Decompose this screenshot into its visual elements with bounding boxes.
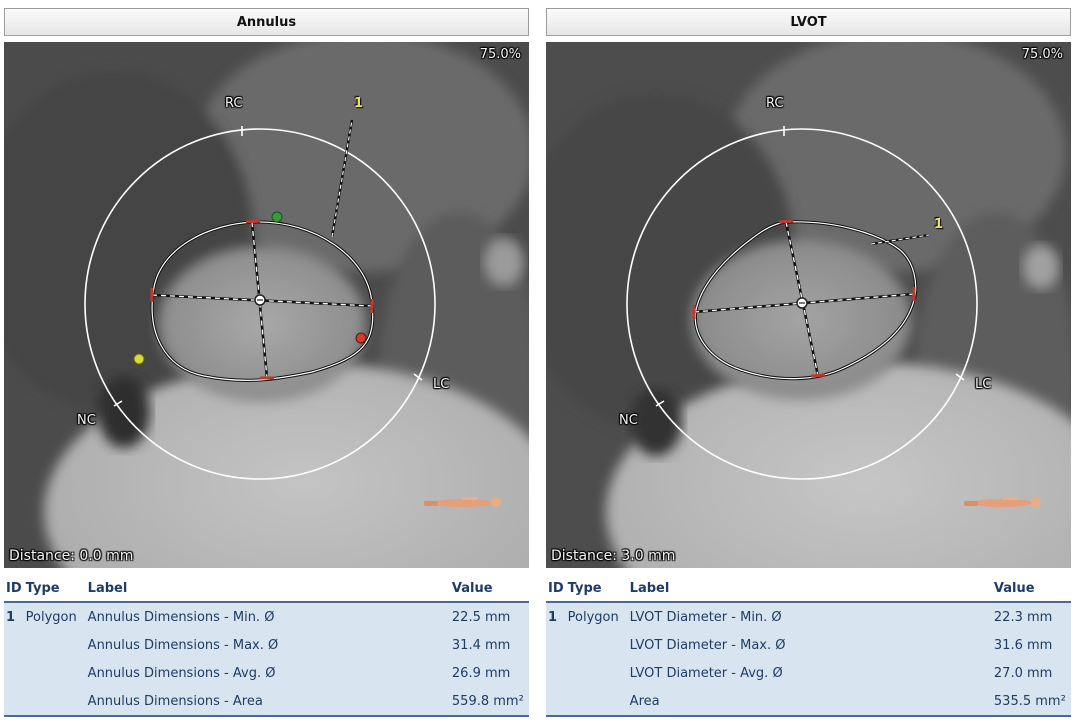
cusp-label-nc: NC <box>619 413 638 428</box>
cell-id <box>546 659 566 687</box>
ct-image-annulus <box>4 42 529 568</box>
cell-type <box>23 687 86 717</box>
cell-value: 559.8 mm² <box>449 687 529 717</box>
ct-viewport-annulus[interactable]: 75.0% RC LC NC 1 Distance: 0.0 mm <box>4 42 529 568</box>
cell-id <box>546 631 566 659</box>
cusp-label-nc: NC <box>77 413 96 428</box>
patient-orientation-icon <box>964 497 1041 507</box>
cell-id <box>4 631 24 659</box>
measurement-table-annulus: ID Type Label Value 1 Polygon Annulus Di… <box>4 575 529 717</box>
cell-label: Annulus Dimensions - Area <box>85 687 450 717</box>
cell-id: 1 <box>4 602 24 631</box>
cell-type <box>565 687 628 717</box>
col-header-value[interactable]: Value <box>449 575 529 603</box>
cell-value: 535.5 mm² <box>991 687 1071 717</box>
cell-type <box>23 659 86 687</box>
table-row[interactable]: Area 535.5 mm² <box>546 687 1071 717</box>
cell-id <box>4 659 24 687</box>
cell-value: 22.3 mm <box>991 602 1071 631</box>
col-header-value[interactable]: Value <box>991 575 1071 603</box>
table-row[interactable]: Annulus Dimensions - Max. Ø 31.4 mm <box>4 631 529 659</box>
cusp-label-rc: RC <box>225 96 243 111</box>
col-header-type[interactable]: Type <box>565 575 628 603</box>
cell-type: Polygon <box>565 602 628 631</box>
cell-type <box>565 631 628 659</box>
measurement-table-lvot: ID Type Label Value 1 Polygon LVOT Diame… <box>546 575 1071 717</box>
ct-viewport-lvot[interactable]: 75.0% RC LC NC 1 Distance: 3.0 mm <box>546 42 1071 568</box>
col-header-id[interactable]: ID <box>4 575 24 603</box>
cell-label: Annulus Dimensions - Avg. Ø <box>85 659 450 687</box>
cusp-label-lc: LC <box>975 377 992 392</box>
cell-value: 27.0 mm <box>991 659 1071 687</box>
cell-value: 31.6 mm <box>991 631 1071 659</box>
marker-label[interactable]: 1 <box>934 217 943 232</box>
cell-type <box>565 659 628 687</box>
cell-label: LVOT Diameter - Max. Ø <box>627 631 992 659</box>
marker-label[interactable]: 1 <box>354 96 363 111</box>
slice-distance: Distance: 0.0 mm <box>9 548 134 564</box>
cell-id <box>546 687 566 717</box>
zoom-level: 75.0% <box>479 47 521 62</box>
slice-distance: Distance: 3.0 mm <box>551 548 676 564</box>
cell-label: LVOT Diameter - Min. Ø <box>627 602 992 631</box>
cell-value: 31.4 mm <box>449 631 529 659</box>
cell-id: 1 <box>546 602 566 631</box>
col-header-label[interactable]: Label <box>85 575 450 603</box>
panel-title-lvot: LVOT <box>546 8 1071 36</box>
table-row[interactable]: 1 Polygon Annulus Dimensions - Min. Ø 22… <box>4 602 529 631</box>
cusp-label-rc: RC <box>766 96 784 111</box>
col-header-label[interactable]: Label <box>627 575 992 603</box>
cell-type: Polygon <box>23 602 86 631</box>
cell-label: Area <box>627 687 992 717</box>
col-header-type[interactable]: Type <box>23 575 86 603</box>
cell-label: LVOT Diameter - Avg. Ø <box>627 659 992 687</box>
cell-type <box>23 631 86 659</box>
lvot-panel: LVOT 75.0% RC LC NC 1 Distance: 3.0 mm I… <box>546 0 1073 725</box>
cell-id <box>4 687 24 717</box>
ct-image-lvot <box>546 42 1071 568</box>
cell-label: Annulus Dimensions - Min. Ø <box>85 602 450 631</box>
cell-label: Annulus Dimensions - Max. Ø <box>85 631 450 659</box>
panel-title-annulus: Annulus <box>4 8 529 36</box>
table-row[interactable]: LVOT Diameter - Avg. Ø 27.0 mm <box>546 659 1071 687</box>
cusp-label-lc: LC <box>433 377 450 392</box>
table-row[interactable]: 1 Polygon LVOT Diameter - Min. Ø 22.3 mm <box>546 602 1071 631</box>
patient-orientation-icon <box>424 497 501 507</box>
annulus-panel: Annulus 75.0% RC LC NC 1 Distance: 0.0 m… <box>4 0 531 725</box>
table-row[interactable]: Annulus Dimensions - Avg. Ø 26.9 mm <box>4 659 529 687</box>
col-header-id[interactable]: ID <box>546 575 566 603</box>
table-row[interactable]: Annulus Dimensions - Area 559.8 mm² <box>4 687 529 717</box>
zoom-level: 75.0% <box>1021 47 1063 62</box>
cell-value: 26.9 mm <box>449 659 529 687</box>
cell-value: 22.5 mm <box>449 602 529 631</box>
table-row[interactable]: LVOT Diameter - Max. Ø 31.6 mm <box>546 631 1071 659</box>
